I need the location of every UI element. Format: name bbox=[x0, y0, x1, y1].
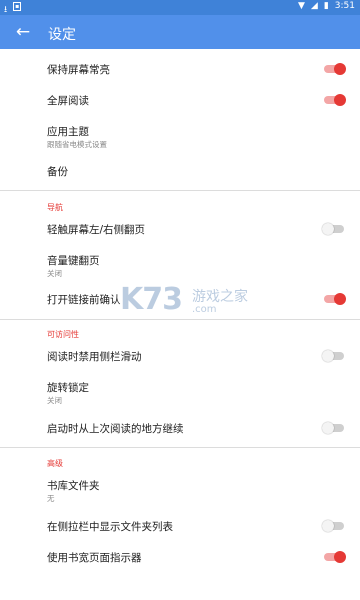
back-arrow-icon[interactable]: ← bbox=[12, 21, 34, 43]
resume-reading-toggle[interactable] bbox=[322, 422, 344, 434]
setting-summary: 关闭 bbox=[47, 269, 62, 278]
toggle-knob bbox=[334, 94, 346, 106]
disable-sidebar-swipe-toggle[interactable] bbox=[322, 350, 344, 362]
watermark-logo: K73 bbox=[120, 282, 183, 317]
toggle-knob bbox=[334, 63, 346, 75]
toggle-knob bbox=[322, 520, 334, 532]
setting-backup[interactable]: 备份 bbox=[0, 155, 360, 187]
setting-volume-keys[interactable]: 音量键翻页 关闭 bbox=[0, 249, 360, 281]
setting-disable-sidebar-swipe[interactable]: 阅读时禁用侧栏滑动 bbox=[0, 340, 360, 372]
page-indicator-toggle[interactable] bbox=[324, 551, 346, 563]
setting-show-folder-list[interactable]: 在侧拉栏中显示文件夹列表 bbox=[0, 510, 360, 542]
battery-icon: ▮ bbox=[323, 1, 329, 11]
status-bar: ⭳ ▪ ▼ ◢ ▮ 3:51 bbox=[0, 0, 360, 15]
toggle-knob bbox=[322, 422, 334, 434]
fullscreen-reading-toggle[interactable] bbox=[324, 94, 346, 106]
setting-label: 启动时从上次阅读的地方继续 bbox=[47, 423, 184, 435]
setting-label: 备份 bbox=[47, 166, 68, 178]
setting-summary: 跟随省电模式设置 bbox=[47, 140, 107, 149]
toggle-knob bbox=[322, 350, 334, 362]
setting-label: 音量键翻页 bbox=[47, 255, 100, 267]
setting-label: 保持屏幕常亮 bbox=[47, 64, 110, 76]
setting-label: 书库文件夹 bbox=[47, 480, 100, 492]
keep-screen-on-toggle[interactable] bbox=[324, 63, 346, 75]
setting-label: 轻触屏幕左/右侧翻页 bbox=[47, 224, 146, 236]
setting-summary: 关闭 bbox=[47, 396, 62, 405]
setting-label: 应用主题 bbox=[47, 126, 89, 138]
setting-keep-screen-on[interactable]: 保持屏幕常亮 bbox=[0, 53, 360, 85]
wifi-icon: ▼ bbox=[297, 1, 305, 11]
toggle-knob bbox=[334, 293, 346, 305]
setting-label: 阅读时禁用侧栏滑动 bbox=[47, 351, 142, 363]
section-header-accessibility: 可访问性 bbox=[47, 330, 79, 339]
confirm-links-toggle[interactable] bbox=[324, 293, 346, 305]
status-time: 3:51 bbox=[334, 1, 355, 11]
setting-label: 全屏阅读 bbox=[47, 95, 89, 107]
setting-app-theme[interactable]: 应用主题 跟随省电模式设置 bbox=[0, 120, 360, 152]
watermark-domain: .com bbox=[192, 304, 217, 315]
signal-icon: ◢ bbox=[310, 1, 318, 11]
setting-summary: 无 bbox=[47, 494, 55, 503]
page-title: 设定 bbox=[48, 27, 76, 43]
toggle-knob bbox=[334, 551, 346, 563]
setting-label: 旋转锁定 bbox=[47, 382, 89, 394]
divider bbox=[0, 447, 360, 448]
setting-resume-reading[interactable]: 启动时从上次阅读的地方继续 bbox=[0, 412, 360, 444]
divider bbox=[0, 190, 360, 191]
setting-tap-page-turn[interactable]: 轻触屏幕左/右侧翻页 bbox=[0, 213, 360, 245]
section-header-nav: 导航 bbox=[47, 203, 63, 212]
watermark-text: 游戏之家 bbox=[192, 289, 248, 305]
setting-library-folder[interactable]: 书库文件夹 无 bbox=[0, 474, 360, 506]
setting-label: 打开链接前确认 bbox=[47, 294, 121, 306]
setting-label: 在侧拉栏中显示文件夹列表 bbox=[47, 521, 173, 533]
setting-fullscreen-reading[interactable]: 全屏阅读 bbox=[0, 84, 360, 116]
setting-page-indicator[interactable]: 使用书宽页面指示器 bbox=[0, 541, 360, 573]
notification-icon: ▪ bbox=[13, 2, 22, 11]
show-folder-list-toggle[interactable] bbox=[322, 520, 344, 532]
toggle-knob bbox=[322, 223, 334, 235]
setting-rotation-lock[interactable]: 旋转锁定 关闭 bbox=[0, 376, 360, 408]
watermark: K73 游戏之家 .com bbox=[120, 282, 250, 322]
app-bar: ← 设定 bbox=[0, 15, 360, 49]
tap-page-turn-toggle[interactable] bbox=[322, 223, 344, 235]
section-header-advanced: 高级 bbox=[47, 459, 63, 468]
setting-label: 使用书宽页面指示器 bbox=[47, 552, 142, 564]
